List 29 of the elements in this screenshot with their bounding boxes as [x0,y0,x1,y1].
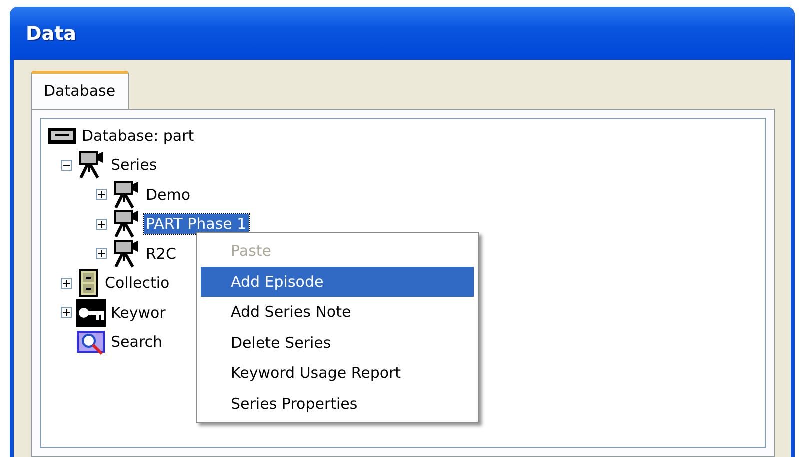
tree-item[interactable]: Database: part [80,126,196,146]
expand-icon[interactable] [61,278,72,289]
tree-item[interactable]: Search [109,332,165,352]
camera-icon [111,238,141,269]
expand-icon[interactable] [96,218,107,230]
cabinet-icon [76,269,100,298]
menu-item[interactable]: Series Properties [201,388,474,419]
collapse-icon[interactable] [61,160,72,171]
key-icon [76,298,106,327]
camera-icon [111,180,141,210]
monitor-icon [47,126,77,145]
menu-item[interactable]: Add Episode [201,266,474,297]
expand-icon[interactable] [96,248,107,260]
menu-item[interactable]: Keyword Usage Report [201,358,474,388]
tree-item[interactable]: Keywor [109,302,168,323]
menu-item[interactable]: Delete Series [201,328,474,358]
window-title: Data [26,22,76,44]
tree-item[interactable]: Collectio [103,273,172,294]
tree-item[interactable]: PART Phase 1 [144,214,249,234]
tree-item[interactable]: R2C [144,244,178,264]
menu-item[interactable]: Add Series Note [201,297,474,328]
search-icon [76,328,106,356]
tab[interactable]: Database [31,71,129,109]
expand-icon[interactable] [96,189,107,200]
camera-icon [111,209,141,240]
tree-item[interactable]: Demo [144,184,193,205]
expand-icon[interactable] [61,307,72,318]
camera-icon [76,150,106,180]
tree-item[interactable]: Series [109,155,160,176]
